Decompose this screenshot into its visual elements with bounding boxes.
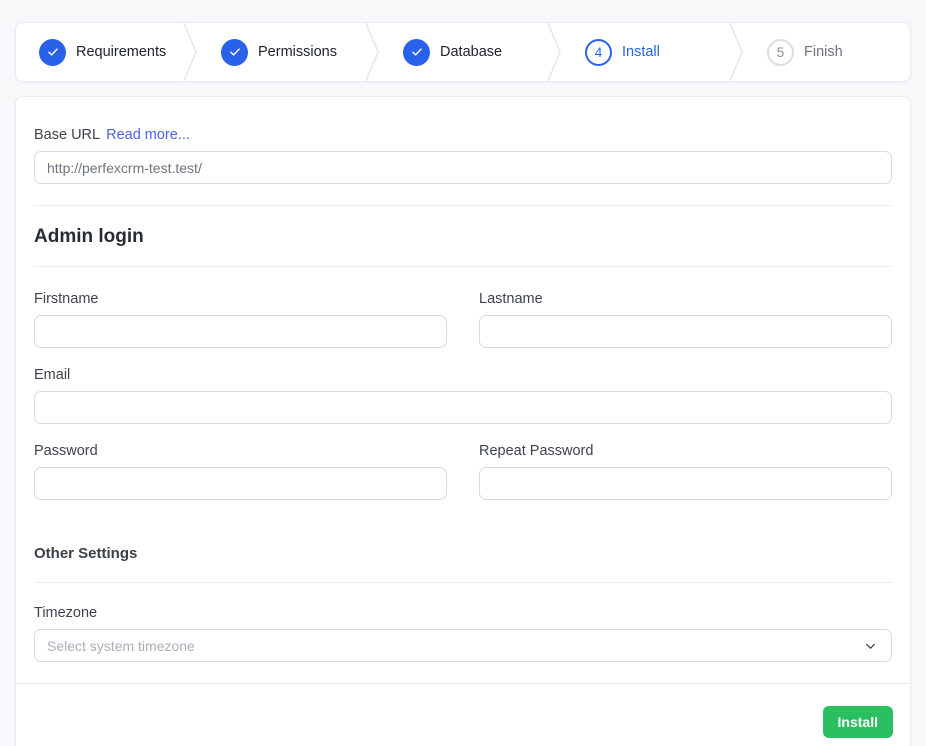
install-form-body: Base URL Read more... Admin login Firstn… bbox=[16, 97, 910, 683]
lastname-input[interactable] bbox=[479, 315, 892, 348]
lastname-field-group: Lastname bbox=[479, 291, 892, 348]
step-database[interactable]: Database bbox=[380, 23, 546, 81]
form-footer: Install bbox=[16, 683, 910, 746]
step-label: Database bbox=[440, 44, 502, 60]
section-divider bbox=[34, 205, 892, 206]
lastname-label: Lastname bbox=[479, 291, 892, 307]
step-separator bbox=[182, 23, 198, 81]
installer-page: Requirements Permissions Database 4 Inst… bbox=[0, 0, 926, 746]
password-fields-row: Password Repeat Password bbox=[34, 443, 892, 519]
firstname-input[interactable] bbox=[34, 315, 447, 348]
install-button[interactable]: Install bbox=[823, 706, 893, 738]
check-circle-icon bbox=[221, 39, 248, 66]
step-number-badge: 5 bbox=[767, 39, 794, 66]
step-separator bbox=[728, 23, 744, 81]
base-url-label: Base URL bbox=[34, 127, 100, 143]
timezone-label: Timezone bbox=[34, 605, 892, 621]
check-circle-icon bbox=[39, 39, 66, 66]
install-form-card: Base URL Read more... Admin login Firstn… bbox=[15, 96, 911, 746]
password-input[interactable] bbox=[34, 467, 447, 500]
firstname-field-group: Firstname bbox=[34, 291, 447, 348]
step-separator bbox=[546, 23, 562, 81]
step-install[interactable]: 4 Install bbox=[562, 23, 728, 81]
step-label: Permissions bbox=[258, 44, 337, 60]
step-finish[interactable]: 5 Finish bbox=[744, 23, 910, 81]
step-label: Requirements bbox=[76, 44, 166, 60]
step-separator bbox=[364, 23, 380, 81]
other-settings-heading: Other Settings bbox=[34, 545, 892, 562]
email-input[interactable] bbox=[34, 391, 892, 424]
check-circle-icon bbox=[403, 39, 430, 66]
base-url-label-row: Base URL Read more... bbox=[34, 127, 892, 143]
step-requirements[interactable]: Requirements bbox=[16, 23, 182, 81]
section-divider bbox=[34, 266, 892, 267]
timezone-select[interactable] bbox=[34, 629, 892, 662]
firstname-label: Firstname bbox=[34, 291, 447, 307]
base-url-input[interactable] bbox=[34, 151, 892, 184]
password-field-group: Password bbox=[34, 443, 447, 500]
read-more-link[interactable]: Read more... bbox=[106, 127, 190, 143]
section-divider bbox=[34, 582, 892, 583]
step-label: Install bbox=[622, 44, 660, 60]
name-fields-row: Firstname Lastname bbox=[34, 291, 892, 367]
step-permissions[interactable]: Permissions bbox=[198, 23, 364, 81]
repeat-password-field-group: Repeat Password bbox=[479, 443, 892, 500]
timezone-select-wrap bbox=[34, 629, 892, 662]
password-label: Password bbox=[34, 443, 447, 459]
install-wizard-stepper: Requirements Permissions Database 4 Inst… bbox=[15, 22, 911, 82]
email-label: Email bbox=[34, 367, 892, 383]
email-field-group: Email bbox=[34, 367, 892, 424]
repeat-password-label: Repeat Password bbox=[479, 443, 892, 459]
repeat-password-input[interactable] bbox=[479, 467, 892, 500]
admin-login-heading: Admin login bbox=[34, 226, 892, 248]
step-number-badge: 4 bbox=[585, 39, 612, 66]
step-label: Finish bbox=[804, 44, 843, 60]
